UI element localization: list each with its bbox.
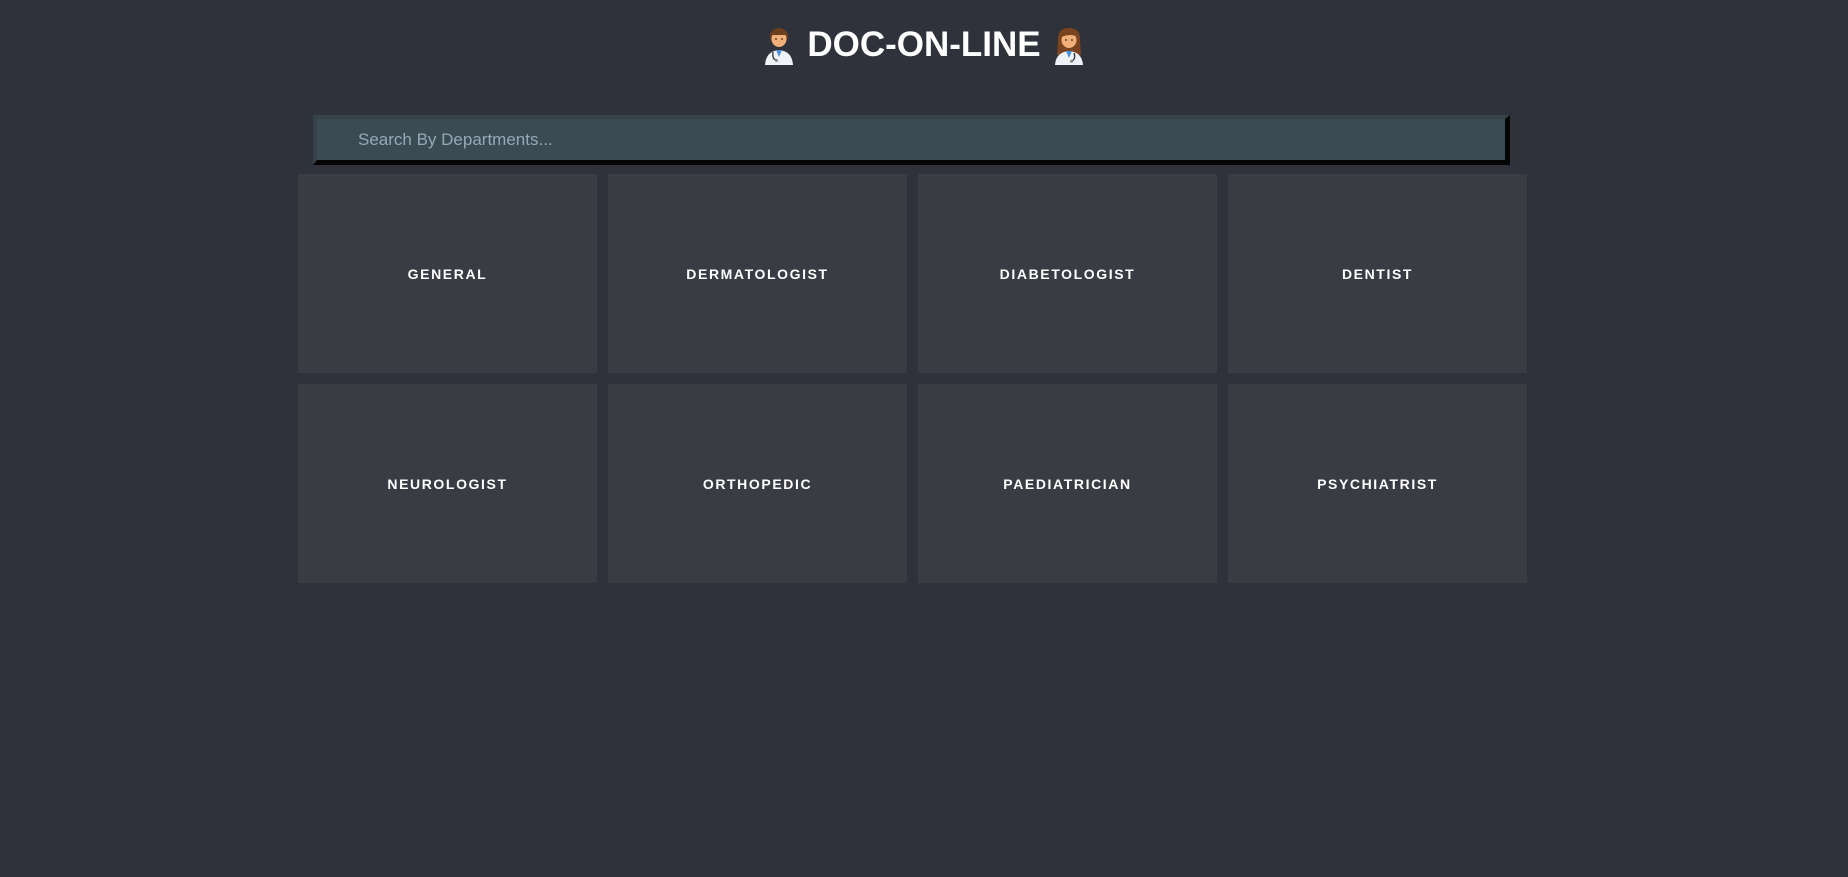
man-health-worker-icon	[764, 27, 793, 65]
woman-health-worker-icon	[1055, 27, 1084, 65]
department-card-neurologist[interactable]: NEUROLOGIST	[298, 384, 597, 583]
department-label: PSYCHIATRIST	[1317, 475, 1438, 492]
department-card-dermatologist[interactable]: DERMATOLOGIST	[608, 174, 907, 373]
site-header: DOC-ON-LINE	[0, 18, 1848, 70]
department-card-dentist[interactable]: DENTIST	[1228, 174, 1527, 373]
department-label: DIABETOLOGIST	[999, 265, 1136, 282]
department-label: NEUROLOGIST	[387, 475, 508, 492]
department-card-diabetologist[interactable]: DIABETOLOGIST	[918, 174, 1217, 373]
department-label: GENERAL	[407, 265, 488, 282]
search-bar	[313, 115, 1510, 165]
site-title: DOC-ON-LINE	[807, 24, 1041, 64]
department-label: DENTIST	[1341, 265, 1414, 282]
department-search-input[interactable]	[317, 119, 1505, 160]
department-card-general[interactable]: GENERAL	[298, 174, 597, 373]
page: DOC-ON-LINE GENERAL DERMATOLOGIST DIA	[0, 0, 1848, 877]
department-card-paediatrician[interactable]: PAEDIATRICIAN	[918, 384, 1217, 583]
department-card-psychiatrist[interactable]: PSYCHIATRIST	[1228, 384, 1527, 583]
department-label: DERMATOLOGIST	[686, 265, 829, 282]
department-label: ORTHOPEDIC	[702, 475, 813, 492]
department-label: PAEDIATRICIAN	[1003, 475, 1132, 492]
department-grid: GENERAL DERMATOLOGIST DIABETOLOGIST DENT…	[298, 174, 1528, 583]
department-card-orthopedic[interactable]: ORTHOPEDIC	[608, 384, 907, 583]
